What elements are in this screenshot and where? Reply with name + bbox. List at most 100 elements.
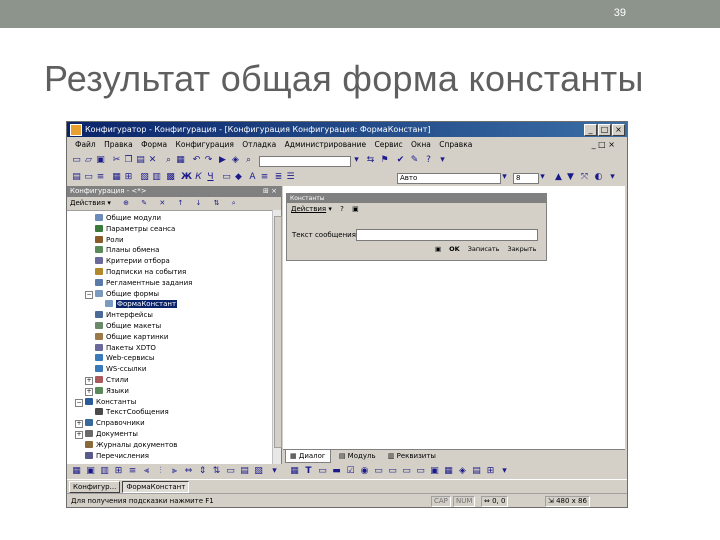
- bookmark-icon[interactable]: ⚑: [379, 155, 390, 166]
- align-icon[interactable]: ≡: [95, 172, 106, 183]
- menu-debug[interactable]: Отладка: [242, 140, 276, 149]
- tree-item[interactable]: Общие модули: [95, 213, 161, 223]
- grid-icon[interactable]: ▦: [175, 155, 186, 166]
- elem-extra-icon[interactable]: ▾: [499, 466, 510, 477]
- debug-icon[interactable]: ◈: [230, 155, 241, 166]
- tree-item[interactable]: ТекстСообщения: [95, 407, 169, 417]
- elem-radio-icon[interactable]: ◉: [359, 466, 370, 477]
- menu-administration[interactable]: Администрирование: [285, 140, 367, 149]
- menu-help[interactable]: Справка: [439, 140, 472, 149]
- sort-icon[interactable]: ⇅: [214, 199, 220, 207]
- menu-edit[interactable]: Правка: [104, 140, 133, 149]
- italic-icon[interactable]: К: [193, 172, 204, 183]
- elem-more-icon[interactable]: ▧: [253, 466, 264, 477]
- tree-item[interactable]: Подписки на события: [95, 267, 186, 277]
- tree-scrollbar[interactable]: [272, 210, 282, 464]
- replace-icon[interactable]: ⇆: [365, 155, 376, 166]
- add-icon[interactable]: ⊕: [123, 199, 129, 207]
- tree-item[interactable]: Общие макеты: [95, 321, 161, 331]
- find-next-icon[interactable]: ▾: [351, 155, 362, 166]
- search-icon[interactable]: ⌕: [243, 155, 254, 166]
- elem-input-icon[interactable]: ▭: [317, 466, 328, 477]
- close-form-button[interactable]: Закрыть: [508, 245, 537, 253]
- tree-item[interactable]: Планы обмена: [95, 245, 159, 255]
- move-up-icon[interactable]: ↑: [177, 199, 183, 207]
- actions-menu[interactable]: Действия ▾: [70, 199, 111, 207]
- underline-icon[interactable]: Ч: [205, 172, 216, 183]
- move-down-icon[interactable]: ↓: [196, 199, 202, 207]
- copy-icon[interactable]: ❐: [123, 155, 134, 166]
- tree-item[interactable]: Стили: [95, 375, 129, 385]
- tree-item[interactable]: Справочники: [85, 418, 145, 428]
- tab-dialog[interactable]: ▦ Диалог: [285, 450, 331, 463]
- task-configuration[interactable]: Конфигур...: [69, 481, 121, 493]
- toolbar-more-icon[interactable]: ▾: [437, 155, 448, 166]
- save-icon[interactable]: ▣: [95, 155, 106, 166]
- collapse-icon[interactable]: −: [75, 398, 83, 407]
- shrink-font-icon[interactable]: ▼: [565, 172, 576, 183]
- insert-icon[interactable]: ▧: [139, 172, 150, 183]
- message-field-input[interactable]: [356, 229, 538, 241]
- text-icon[interactable]: ≡: [259, 172, 270, 183]
- layout-icon[interactable]: ▥: [151, 172, 162, 183]
- expand-icon[interactable]: +: [85, 377, 93, 385]
- elem-space-icon[interactable]: ⇔: [183, 466, 194, 477]
- find-icon[interactable]: ⌕: [163, 155, 174, 166]
- select-icon[interactable]: ▭: [83, 172, 94, 183]
- tree-item[interactable]: Константы: [85, 397, 136, 407]
- elem-order-icon[interactable]: ⇅: [211, 466, 222, 477]
- tab-attributes[interactable]: ▥ Реквизиты: [384, 450, 440, 463]
- elem-frame-icon[interactable]: ▭: [401, 466, 412, 477]
- snap-icon[interactable]: ⊞: [123, 172, 134, 183]
- open-icon[interactable]: ▱: [83, 155, 94, 166]
- collapse-icon[interactable]: −: [85, 290, 93, 299]
- frame-icon[interactable]: ▭: [221, 172, 232, 183]
- elem-align-left-icon[interactable]: ⫷: [141, 466, 152, 477]
- elem-picture-icon[interactable]: ▣: [429, 466, 440, 477]
- expand-icon[interactable]: +: [75, 431, 83, 439]
- tree-item[interactable]: Критерии отбора: [95, 256, 170, 266]
- edit-icon[interactable]: ✎: [141, 199, 147, 207]
- tree-item[interactable]: Параметры сеанса: [95, 224, 175, 234]
- tree-item[interactable]: Перечисления: [85, 451, 149, 461]
- expand-icon[interactable]: +: [75, 420, 83, 429]
- elem-tree-view-icon[interactable]: ⊞: [485, 466, 496, 477]
- move-icon[interactable]: ⤧: [579, 172, 590, 183]
- help-icon[interactable]: ?: [423, 155, 434, 166]
- elem-list-icon[interactable]: ≡: [127, 466, 138, 477]
- wizard-icon[interactable]: ✎: [409, 155, 420, 166]
- tree-item[interactable]: Общие формы: [95, 289, 159, 299]
- elem-chart-icon[interactable]: ▦: [443, 466, 454, 477]
- form-actions-menu[interactable]: Действия: [291, 205, 326, 213]
- font-size-select[interactable]: 8: [513, 173, 539, 184]
- font-color-icon[interactable]: A: [247, 172, 258, 183]
- table-icon[interactable]: ▦: [111, 172, 122, 183]
- elem-select-icon[interactable]: ▦: [289, 466, 300, 477]
- form-help-icon[interactable]: ?: [340, 205, 344, 213]
- menu-windows[interactable]: Окна: [411, 140, 431, 149]
- tree-item[interactable]: Пакеты XDTO: [95, 343, 156, 353]
- run-icon[interactable]: ▶: [217, 155, 228, 166]
- search-tree-icon[interactable]: ⌕: [232, 199, 236, 207]
- font-select[interactable]: Авто: [397, 173, 501, 184]
- menu-configuration[interactable]: Конфигурация: [176, 140, 234, 149]
- undo-icon[interactable]: ↶: [191, 155, 202, 166]
- palette-icon[interactable]: ◐: [593, 172, 604, 183]
- check-icon[interactable]: ✔: [395, 155, 406, 166]
- menu-form[interactable]: Форма: [141, 140, 167, 149]
- redo-icon[interactable]: ↷: [203, 155, 214, 166]
- search-combo[interactable]: [259, 156, 351, 167]
- elem-tree-icon[interactable]: ▦: [71, 466, 82, 477]
- tree-item[interactable]: Web-сервисы: [95, 353, 154, 363]
- tree-item[interactable]: Языки: [95, 386, 129, 396]
- delete-icon[interactable]: ✕: [147, 155, 158, 166]
- tree-item[interactable]: Интерфейсы: [95, 310, 153, 320]
- form-settings-icon[interactable]: ▣: [352, 205, 359, 213]
- menu-file[interactable]: Файл: [75, 140, 96, 149]
- tree-item[interactable]: Общие картинки: [95, 332, 168, 342]
- close-button[interactable]: ×: [612, 124, 625, 136]
- elem-calendar-icon[interactable]: ▤: [471, 466, 482, 477]
- tab-module[interactable]: ▤ Модуль: [335, 450, 380, 463]
- elem-size-icon[interactable]: ⇕: [197, 466, 208, 477]
- remove-icon[interactable]: ✕: [159, 199, 165, 207]
